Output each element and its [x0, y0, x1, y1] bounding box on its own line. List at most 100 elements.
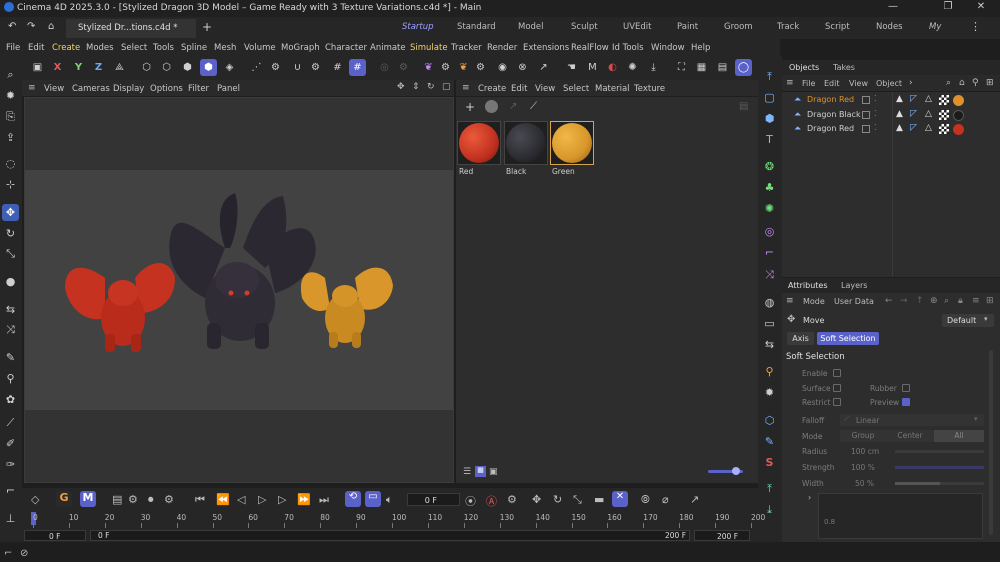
points-mode-icon[interactable]: ⬡	[138, 59, 155, 76]
record-settings-icon[interactable]: ⏺	[148, 493, 154, 507]
script-icon[interactable]: S	[761, 454, 778, 471]
rubber-checkbox[interactable]	[902, 384, 910, 392]
interactive-render-icon[interactable]: ◯	[735, 59, 752, 76]
layout-tab-nodes[interactable]: Nodes	[876, 22, 903, 32]
picture-viewer-icon[interactable]: ↗	[535, 59, 552, 76]
crop-icon[interactable]: ⌐	[2, 482, 19, 499]
document-tab[interactable]: Stylized Dr...tions.c4d *	[66, 19, 196, 38]
falloff-dropdown[interactable]: ⟋ Linear ▾	[840, 414, 984, 426]
restrict-checkbox[interactable]	[833, 398, 841, 406]
undo-icon[interactable]: ↶	[8, 21, 16, 32]
layout-tab-groom[interactable]: Groom	[724, 22, 753, 32]
tab-takes[interactable]: Takes	[833, 63, 855, 72]
camera-icon[interactable]: ▭	[761, 315, 778, 332]
range-end-field[interactable]: 200 F	[694, 530, 750, 541]
viewport-menu-cameras[interactable]: Cameras	[72, 84, 110, 94]
material-menu-icon[interactable]: ≡	[462, 83, 470, 93]
phong-tag-icon[interactable]: ▲	[896, 94, 903, 104]
strength-slider[interactable]	[895, 466, 984, 469]
menu-create[interactable]: Create	[52, 43, 80, 53]
symmetry-settings-icon[interactable]: ⚙	[437, 59, 454, 76]
mode-all-button[interactable]: All	[934, 430, 984, 442]
menu-render[interactable]: Render	[487, 43, 517, 53]
generator-icon[interactable]: ❂	[761, 158, 778, 175]
maxon-icon[interactable]: M	[584, 59, 601, 76]
render-region-icon[interactable]: ◉	[494, 59, 511, 76]
magic-icon[interactable]: ☚	[563, 59, 580, 76]
uvw-tag-icon[interactable]: ◸	[910, 109, 917, 119]
texture-tag-icon[interactable]	[939, 124, 949, 134]
key-scale-icon[interactable]: ⤡	[573, 493, 582, 507]
knife-icon[interactable]: ⟋	[2, 414, 19, 431]
zoom-icon[interactable]: ⇕	[412, 82, 420, 92]
viewport-menu-filter[interactable]: Filter	[188, 84, 209, 94]
mat-menu-texture[interactable]: Texture	[634, 84, 665, 94]
record-icon[interactable]: ⦿	[465, 493, 476, 509]
visibility-dots-icon[interactable]: ⁚	[874, 109, 877, 118]
add-material-icon[interactable]: +	[465, 100, 475, 114]
cube-icon[interactable]: ⬢	[761, 110, 778, 127]
visibility-dots-icon[interactable]: ⁚	[874, 123, 877, 132]
next-frame-icon[interactable]: ▷	[278, 493, 286, 506]
g-icon[interactable]: G	[56, 491, 72, 507]
orbit-icon[interactable]: ↻	[427, 82, 435, 92]
redo-icon[interactable]: ↷	[27, 21, 35, 32]
tweak-icon[interactable]: ⋰	[248, 59, 265, 76]
render-icon[interactable]: ✺	[624, 59, 641, 76]
sound-icon[interactable]: 🔈︎	[386, 493, 393, 507]
frame-icon[interactable]: ⛶	[673, 59, 690, 76]
strength-value[interactable]: 100 %	[851, 463, 875, 472]
symmetry-object-settings-icon[interactable]: ⚙	[472, 59, 489, 76]
texture-tag-icon[interactable]	[939, 95, 949, 105]
objects-menu-object[interactable]: Object	[876, 79, 902, 88]
menu-tools[interactable]: Tools	[153, 43, 174, 53]
edges-mode-icon[interactable]: ⬡	[158, 59, 175, 76]
move-tool-icon[interactable]: ✥	[2, 204, 19, 221]
radius-value[interactable]: 100 cm	[851, 447, 879, 456]
thumb-size-slider-handle[interactable]	[732, 467, 740, 475]
range-slider[interactable]: 0 F 200 F	[90, 530, 690, 541]
filter-objects-icon[interactable]: ⚲	[972, 78, 979, 88]
object-row-dragon-red-2[interactable]: ⏶ Dragon Red ⁚ ▲ ◸ △	[782, 123, 1000, 137]
new-icon[interactable]: ⊕	[930, 296, 938, 306]
smooth-icon[interactable]: ✑	[2, 456, 19, 473]
viewport-menu-icon[interactable]: ≡	[28, 83, 36, 93]
attributes-menu-mode[interactable]: Mode	[803, 297, 825, 306]
render-settings-icon[interactable]: ⊗	[514, 59, 531, 76]
grid-view-icon[interactable]: ▦	[475, 466, 486, 477]
snap-settings-icon[interactable]: ⚙	[307, 59, 324, 76]
attributes-scrollbar[interactable]	[989, 350, 993, 535]
large-view-icon[interactable]: ▣	[489, 467, 498, 477]
axis-y-button[interactable]: Y	[70, 59, 87, 76]
timeline-settings-icon[interactable]: ⚙	[128, 493, 138, 506]
autokey-icon[interactable]: Ⓐ	[486, 493, 497, 509]
soft-selection-icon[interactable]: ◎	[376, 59, 393, 76]
upload-icon[interactable]: ⇪	[2, 129, 19, 146]
selection-tag-icon[interactable]: △	[925, 123, 932, 133]
menu-spline[interactable]: Spline	[181, 43, 207, 53]
cut-icon[interactable]: ⎘	[2, 108, 19, 125]
menu-id-tools[interactable]: Id Tools	[612, 43, 644, 53]
grid-snap-icon[interactable]: #	[349, 59, 366, 76]
transfer-icon[interactable]: ⇆	[2, 301, 19, 318]
twist-icon[interactable]: ⤨	[761, 266, 778, 283]
lock-icon[interactable]: 🔒︎	[958, 296, 963, 306]
material-green-thumb[interactable]	[550, 121, 594, 165]
menu-extensions[interactable]: Extensions	[523, 43, 569, 53]
menu-help[interactable]: Help	[691, 43, 710, 53]
null-object-icon[interactable]: ⤒	[761, 68, 778, 85]
falloff-curve-graph[interactable]: 0.8	[818, 493, 983, 539]
list-view-icon[interactable]: ☰	[463, 467, 471, 477]
script-console-icon[interactable]: ⌐	[4, 548, 12, 559]
go-end-icon[interactable]: ⏭	[319, 493, 329, 507]
key-rotation-icon[interactable]: ↻	[553, 493, 562, 506]
viewport-menu-options[interactable]: Options	[150, 84, 183, 94]
object-mode-icon[interactable]: ⬢	[200, 59, 217, 76]
menu-animate[interactable]: Animate	[370, 43, 406, 53]
current-frame-field[interactable]: 0 F	[407, 493, 460, 506]
menu-tracker[interactable]: Tracker	[451, 43, 482, 53]
width-value[interactable]: 50 %	[855, 479, 874, 488]
prev-frame-icon[interactable]: ◁	[237, 493, 245, 506]
motion-clip-icon[interactable]: ⌀	[662, 493, 669, 506]
spline-icon[interactable]: ▢	[761, 89, 778, 106]
